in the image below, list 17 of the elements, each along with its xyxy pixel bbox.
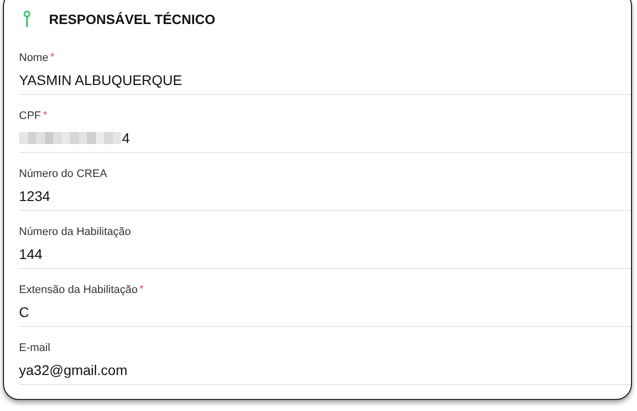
field-label: Número do CREA [19,168,108,180]
field-label: CPF [19,110,41,122]
pin-icon [23,10,31,28]
section-title: RESPONSÁVEL TÉCNICO [49,12,216,26]
field-label: Nome [19,52,48,64]
field-value: YASMIN ALBUQUERQUE [19,72,182,88]
field-value: ya32@gmail.com [19,362,128,378]
field-value: 4 [122,130,130,146]
field-value: 1234 [19,188,50,204]
field-label: Número da Habilitação [19,226,131,238]
field-label: E-mail [19,342,50,354]
field-value: C [19,304,30,320]
required-mark: * [50,52,54,63]
required-mark: * [43,110,47,121]
field-label: Extensão da Habilitação [19,284,138,296]
field-value: 144 [19,246,42,262]
required-mark: * [140,284,144,295]
